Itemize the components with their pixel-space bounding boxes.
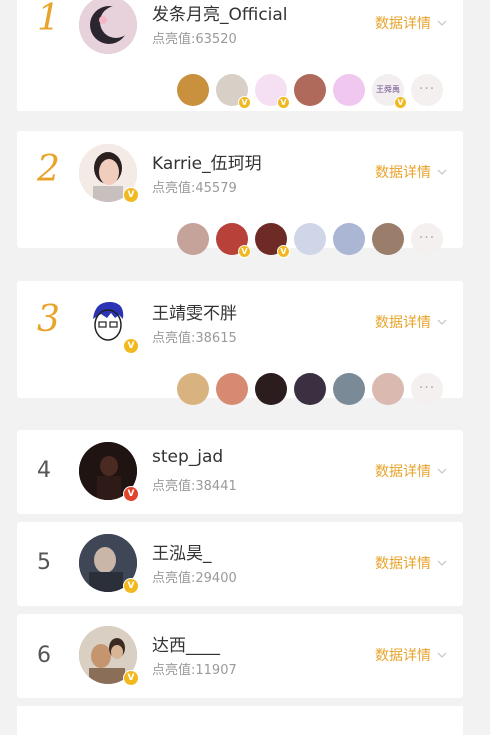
fan-avatar-list: V V ··· — [177, 223, 443, 258]
verified-badge-icon: V — [123, 338, 139, 354]
data-detail-button[interactable]: 数据详情 — [375, 312, 447, 332]
user-name[interactable]: 王泓昊_ — [152, 539, 212, 564]
fan-avatar[interactable] — [177, 373, 209, 405]
score-value: 点亮值:29400 — [152, 571, 237, 586]
verified-badge-icon: V — [238, 96, 251, 109]
score-value: 点亮值:45579 — [152, 181, 237, 196]
more-fans-button[interactable]: ··· — [411, 373, 443, 405]
data-detail-button[interactable]: 数据详情 — [375, 461, 447, 481]
user-name[interactable]: 发条月亮_Official — [152, 0, 288, 25]
ranking-card-6[interactable]: 6 V 达西____ 点亮值:11907 数据详情 — [17, 614, 463, 698]
data-detail-label: 数据详情 — [375, 315, 431, 331]
user-name[interactable]: Karrie_伍珂玥 — [152, 149, 262, 174]
chevron-down-icon — [437, 560, 447, 566]
fan-avatar[interactable] — [216, 373, 248, 405]
fan-avatar[interactable]: V — [255, 223, 290, 258]
more-fans-button[interactable]: ··· — [411, 74, 443, 106]
chevron-down-icon — [437, 319, 447, 325]
chevron-down-icon — [437, 20, 447, 26]
fan-avatar[interactable]: V — [216, 74, 251, 109]
user-name[interactable]: step_jad — [152, 447, 223, 467]
score-value: 点亮值:38615 — [152, 331, 237, 346]
score-value: 点亮值:63520 — [152, 32, 237, 47]
data-detail-button[interactable]: 数据详情 — [375, 162, 447, 182]
fan-avatar[interactable] — [372, 373, 404, 405]
data-detail-label: 数据详情 — [375, 556, 431, 572]
score-value: 点亮值:11907 — [152, 663, 237, 678]
data-detail-label: 数据详情 — [375, 165, 431, 181]
rank-number: 6 — [37, 643, 51, 668]
verified-badge-icon: V — [123, 486, 139, 502]
fan-avatar[interactable] — [177, 223, 209, 255]
rank-number: 4 — [37, 458, 51, 483]
avatar[interactable] — [79, 0, 137, 54]
verified-badge-icon: V — [277, 245, 290, 258]
chevron-down-icon — [437, 468, 447, 474]
verified-badge-icon: V — [123, 578, 139, 594]
fan-avatar-list: ··· — [177, 373, 443, 405]
user-name[interactable]: 达西____ — [152, 631, 220, 656]
fan-avatar[interactable] — [177, 74, 209, 106]
data-detail-button[interactable]: 数据详情 — [375, 553, 447, 573]
ranking-card-3[interactable]: 3 V 王靖雯不胖 点亮值:38615 数据详情 ··· — [17, 281, 463, 405]
user-name[interactable]: 王靖雯不胖 — [152, 299, 237, 324]
data-detail-label: 数据详情 — [375, 648, 431, 664]
data-detail-label: 数据详情 — [375, 464, 431, 480]
verified-badge-icon: V — [123, 670, 139, 686]
rank-number: 1 — [37, 0, 60, 39]
score-value: 点亮值:38441 — [152, 479, 237, 494]
next-card-partial — [17, 706, 463, 735]
verified-badge-icon: V — [394, 96, 407, 109]
data-detail-label: 数据详情 — [375, 16, 431, 32]
fan-avatar-list: V V 王舜禹 V ··· — [177, 74, 443, 109]
fan-avatar[interactable]: 王舜禹 V — [372, 74, 407, 109]
rank-number: 2 — [37, 149, 60, 190]
fan-avatar[interactable] — [333, 223, 365, 255]
fan-avatar[interactable] — [333, 373, 365, 405]
ranking-card-5[interactable]: 5 V 王泓昊_ 点亮值:29400 数据详情 — [17, 522, 463, 606]
rank-number: 3 — [37, 299, 60, 340]
fan-avatar[interactable] — [255, 373, 287, 405]
chevron-down-icon — [437, 169, 447, 175]
ranking-card-2[interactable]: 2 V Karrie_伍珂玥 点亮值:45579 数据详情 V V ··· — [17, 131, 463, 258]
rank-number: 5 — [37, 550, 51, 575]
fan-avatar[interactable] — [294, 74, 326, 106]
ranking-card-1[interactable]: 1 发条月亮_Official 点亮值:63520 数据详情 V V 王舜禹 V… — [17, 0, 463, 111]
verified-badge-icon: V — [277, 96, 290, 109]
verified-badge-icon: V — [238, 245, 251, 258]
chevron-down-icon — [437, 652, 447, 658]
verified-badge-icon: V — [123, 187, 139, 203]
fan-avatar[interactable] — [333, 74, 365, 106]
data-detail-button[interactable]: 数据详情 — [375, 13, 447, 33]
fan-avatar[interactable]: V — [255, 74, 290, 109]
fan-avatar[interactable] — [372, 223, 404, 255]
ranking-card-4[interactable]: 4 V step_jad 点亮值:38441 数据详情 — [17, 430, 463, 514]
fan-avatar-text: 王舜禹 — [376, 85, 400, 94]
fan-avatar[interactable] — [294, 373, 326, 405]
fan-avatar[interactable]: V — [216, 223, 251, 258]
fan-avatar[interactable] — [294, 223, 326, 255]
data-detail-button[interactable]: 数据详情 — [375, 645, 447, 665]
more-fans-button[interactable]: ··· — [411, 223, 443, 255]
